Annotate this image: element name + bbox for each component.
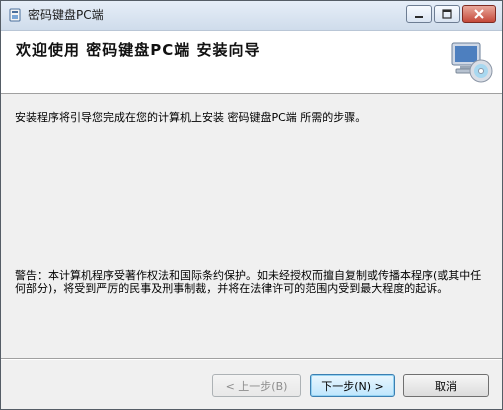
close-button[interactable] (462, 5, 496, 23)
footer-divider (1, 358, 502, 360)
cancel-button[interactable]: 取消 (403, 374, 489, 397)
wizard-title: 欢迎使用 密码键盘PC端 安装向导 (16, 41, 261, 59)
window-title: 密码键盘PC端 (28, 8, 104, 22)
intro-text: 安装程序将引导您完成在您的计算机上安装 密码键盘PC端 所需的步骤。 (15, 111, 367, 124)
installer-window: 密码键盘PC端 欢迎使用 密码键盘PC端 安装向导 安装程序将引导您完成在您的计… (0, 0, 503, 410)
wizard-content: 安装程序将引导您完成在您的计算机上安装 密码键盘PC端 所需的步骤。 警告：本计… (1, 94, 502, 356)
close-icon (463, 6, 495, 22)
copyright-warning: 警告：本计算机程序受著作权法和国际条约保护。如未经授权而擅自复制或传播本程序(或… (15, 269, 482, 295)
wizard-header: 欢迎使用 密码键盘PC端 安装向导 (1, 31, 502, 94)
minimize-button[interactable] (406, 5, 432, 23)
maximize-icon (435, 6, 459, 22)
minimize-icon (407, 6, 431, 22)
maximize-button[interactable] (434, 5, 460, 23)
next-button[interactable]: 下一步(N) > (310, 374, 395, 397)
back-button[interactable]: < 上一步(B) (212, 374, 301, 397)
installer-icon (9, 8, 21, 22)
computer-cd-icon (451, 42, 493, 83)
title-bar[interactable]: 密码键盘PC端 (1, 1, 502, 31)
